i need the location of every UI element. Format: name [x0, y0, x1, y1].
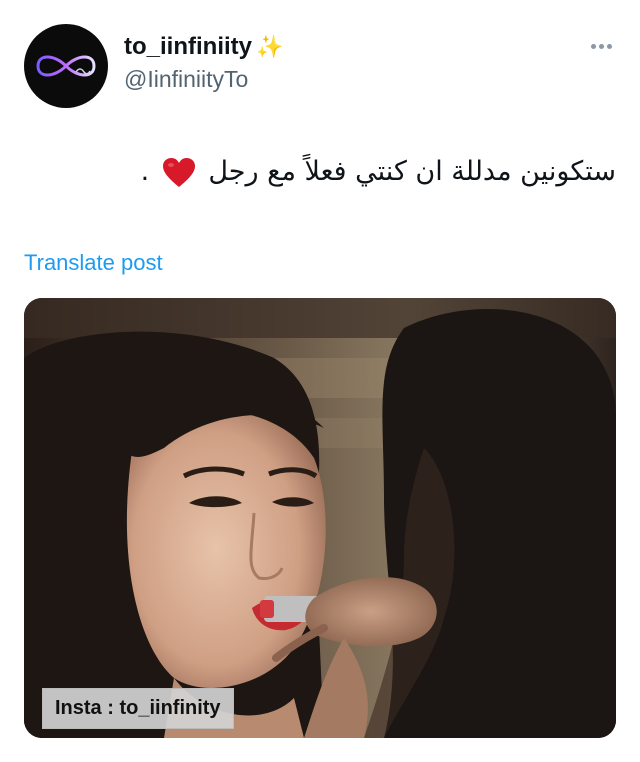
avatar[interactable] [24, 24, 108, 108]
red-heart-icon [162, 157, 195, 187]
translate-post-link[interactable]: Translate post [24, 250, 163, 276]
sparkle-icon: ✨ [256, 34, 284, 59]
user-handle[interactable]: @IinfiniityTo [124, 64, 283, 94]
watermark-label: Insta : to_iinfinity [42, 688, 234, 729]
photo-woman-lipstick [24, 298, 616, 738]
display-name[interactable]: to_iinfiniity [124, 32, 252, 62]
tweet-media-image[interactable]: Insta : to_iinfinity [24, 298, 616, 738]
tweet-text: ستكونين مدللة ان كنتي فعلاً مع رجل . [24, 150, 616, 194]
tweet-header: to_iinfiniity ✨ @IinfiniityTo [24, 24, 616, 110]
tweet-end: . [140, 156, 150, 187]
ellipsis-icon[interactable] [586, 34, 616, 58]
infinity-icon [36, 55, 96, 77]
tweet-body: ستكونين مدللة ان كنتي فعلاً مع رجل [208, 156, 616, 187]
